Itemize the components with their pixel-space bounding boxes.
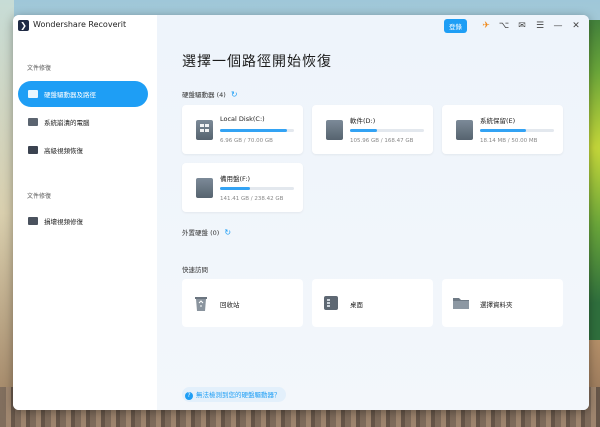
drive-size: 6.96 GB / 70.00 GB — [220, 138, 273, 144]
section-label-file-repair: 文件修復 — [27, 65, 52, 72]
quick-access-label: 快速訪問 — [182, 266, 208, 274]
drive-card-c[interactable]: Local Disk(C:) 6.96 GB / 70.00 GB — [182, 105, 303, 154]
drive-icon — [456, 120, 473, 140]
menu-icon[interactable]: ☰ — [533, 21, 547, 31]
video-repair-icon — [28, 217, 38, 225]
external-drives-count: (0) — [210, 229, 220, 237]
sidebar-item-advanced-video[interactable]: 高級視頻恢復 — [18, 137, 148, 163]
drive-card-e[interactable]: 系統保留(E) 18.14 MB / 50.00 MB — [442, 105, 563, 154]
minimize-icon[interactable]: — — [551, 21, 565, 31]
login-button[interactable]: 登錄 — [444, 19, 467, 33]
hard-drives-count: (4) — [216, 91, 226, 99]
sidebar-item-hard-drives[interactable]: 硬盤驅動器及路徑 — [18, 81, 148, 107]
sidebar-item-label: 高級視頻恢復 — [44, 147, 83, 155]
drive-usage-bar — [220, 129, 294, 132]
hard-drives-heading: 硬盤驅動器 (4) ↻ — [182, 89, 238, 99]
desktop-background-left — [0, 0, 14, 427]
quick-access-label-text: 選擇資料夾 — [480, 301, 513, 309]
close-icon[interactable]: ✕ — [569, 21, 583, 31]
drive-size: 105.96 GB / 168.47 GB — [350, 138, 414, 144]
sidebar-item-label: 系統崩潰的電腦 — [44, 119, 90, 127]
drive-size: 141.41 GB / 238.42 GB — [220, 196, 284, 202]
help-link-text: 無法檢測到您的硬盤驅動器？ — [196, 391, 281, 399]
sidebar-item-label: 損壞視頻修復 — [44, 218, 83, 226]
refresh-icon[interactable]: ↻ — [224, 228, 231, 237]
folder-icon — [453, 298, 469, 309]
app-logo-icon: ❯ — [18, 20, 29, 31]
drive-usage-bar — [350, 129, 424, 132]
drive-usage-fill — [220, 129, 287, 132]
drive-usage-fill — [480, 129, 526, 132]
cart-icon[interactable]: ✈ — [479, 21, 493, 31]
refresh-icon[interactable]: ↻ — [231, 90, 238, 99]
page-title: 選擇一個路徑開始恢復 — [182, 54, 332, 70]
drive-icon — [326, 120, 343, 140]
sidebar-item-label: 硬盤驅動器及路徑 — [44, 91, 96, 99]
drive-card-d[interactable]: 軟件(D:) 105.96 GB / 168.47 GB — [312, 105, 433, 154]
drive-usage-fill — [350, 129, 378, 132]
quick-access-label-text: 桌面 — [350, 301, 363, 309]
monitor-icon — [28, 118, 38, 126]
drive-usage-bar — [480, 129, 554, 132]
main-panel: 登錄 ✈ ⌥ ✉ ☰ — ✕ 選擇一個路徑開始恢復 硬盤驅動器 (4) ↻ Lo… — [157, 15, 589, 410]
sidebar-item-video-repair[interactable]: 損壞視頻修復 — [18, 208, 148, 234]
sidebar: ❯ Wondershare Recoverit 文件修復 硬盤驅動器及路徑 系統… — [13, 15, 157, 410]
hard-drives-label: 硬盤驅動器 — [182, 91, 215, 99]
external-drives-label: 外置硬盤 — [182, 229, 208, 237]
app-window: ❯ Wondershare Recoverit 文件修復 硬盤驅動器及路徑 系統… — [13, 15, 589, 410]
drive-name: Local Disk(C:) — [220, 115, 265, 123]
question-icon: ? — [185, 392, 193, 400]
mail-icon[interactable]: ✉ — [515, 21, 529, 31]
quick-access-desktop[interactable]: 桌面 — [312, 279, 433, 327]
external-drives-heading: 外置硬盤 (0) ↻ — [182, 227, 231, 237]
drive-size: 18.14 MB / 50.00 MB — [480, 138, 538, 144]
drive-icon — [28, 90, 38, 98]
drive-usage-bar — [220, 187, 294, 190]
sidebar-item-crashed-computer[interactable]: 系統崩潰的電腦 — [18, 109, 148, 135]
app-title: Wondershare Recoverit — [33, 20, 127, 29]
quick-access-select-folder[interactable]: 選擇資料夾 — [442, 279, 563, 327]
desktop-icon — [324, 296, 338, 310]
headset-icon[interactable]: ⌥ — [497, 21, 511, 31]
section-label-file-repair-2: 文件修復 — [27, 193, 52, 200]
drive-usage-fill — [220, 187, 251, 190]
top-toolbar: 登錄 ✈ ⌥ ✉ ☰ — ✕ — [444, 19, 583, 33]
drive-icon — [196, 178, 213, 198]
drive-name: 備用盤(F:) — [220, 175, 250, 183]
drive-card-f[interactable]: 備用盤(F:) 141.41 GB / 238.42 GB — [182, 163, 303, 212]
drive-name: 軟件(D:) — [350, 117, 376, 125]
video-camera-icon — [28, 146, 38, 154]
help-link[interactable]: ? 無法檢測到您的硬盤驅動器？ — [182, 387, 286, 402]
quick-access-label-text: 回收站 — [220, 301, 240, 309]
windows-drive-icon — [196, 120, 213, 140]
quick-access-recycle-bin[interactable]: 回收站 — [182, 279, 303, 327]
recycle-bin-icon — [195, 297, 207, 311]
title-bar: ❯ Wondershare Recoverit — [13, 15, 157, 39]
drive-name: 系統保留(E) — [480, 117, 516, 125]
